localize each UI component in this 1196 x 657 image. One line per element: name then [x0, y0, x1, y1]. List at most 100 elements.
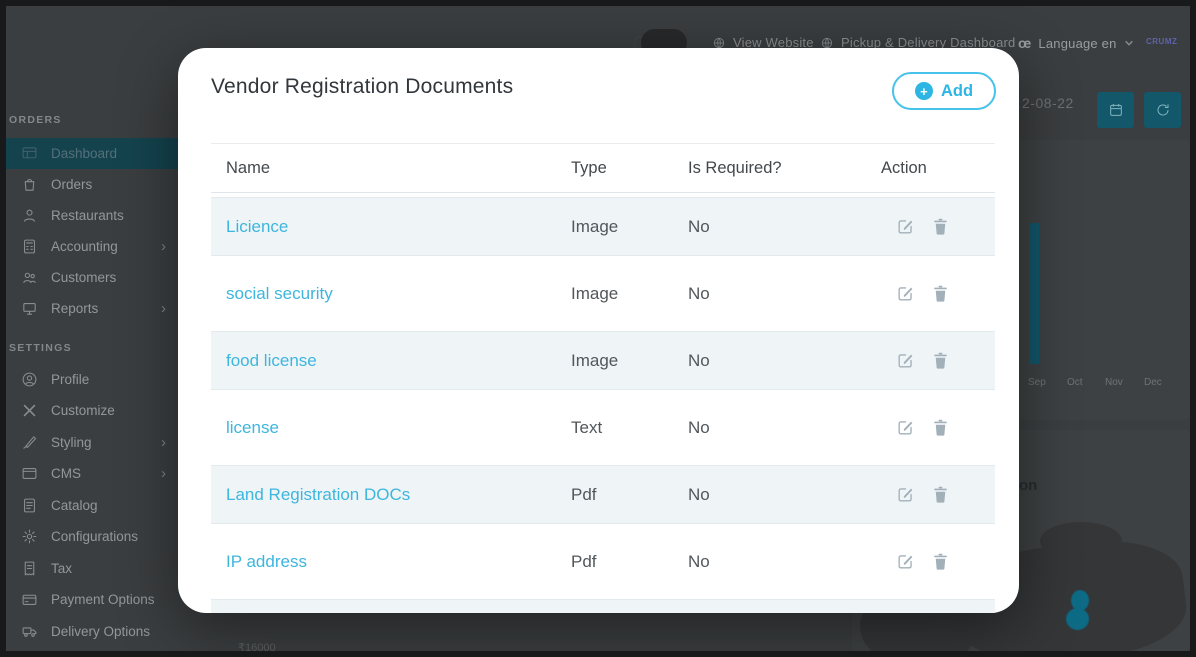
sidebar-item-customize[interactable]: Customize — [6, 395, 202, 426]
edit-icon[interactable] — [896, 485, 915, 504]
document-required: No — [676, 485, 856, 505]
tools-icon — [21, 402, 38, 419]
row-actions — [856, 284, 995, 303]
person-icon — [21, 207, 38, 224]
row-actions — [856, 552, 995, 571]
chart-bar-sep — [1030, 223, 1039, 364]
header-action: Action — [856, 159, 995, 178]
calendar-button[interactable] — [1097, 92, 1134, 128]
calculator-icon — [21, 238, 38, 255]
sidebar-item-dashboard[interactable]: Dashboard — [6, 138, 202, 169]
document-required: No — [676, 351, 856, 371]
chart-month-label: Oct — [1067, 377, 1083, 388]
document-type: Image — [558, 351, 676, 371]
sidebar-item-cms[interactable]: CMS › — [6, 458, 202, 489]
sidebar-item-payment-options[interactable]: Payment Options — [6, 584, 202, 615]
refresh-button[interactable] — [1144, 92, 1181, 128]
sidebar-item-label: Customers — [51, 270, 116, 285]
delete-icon[interactable] — [931, 217, 950, 236]
sidebar-item-customers[interactable]: Customers — [6, 262, 202, 293]
document-icon — [21, 497, 38, 514]
add-button[interactable]: + Add — [892, 72, 996, 110]
sidebar-item-styling[interactable]: Styling › — [6, 427, 202, 458]
delete-icon[interactable] — [931, 284, 950, 303]
people-icon — [21, 269, 38, 286]
header-is-required: Is Required? — [676, 159, 856, 178]
chevron-right-icon: › — [161, 435, 166, 450]
sidebar-item-delivery-options[interactable]: Delivery Options — [6, 616, 202, 647]
document-name-link[interactable]: Licience — [211, 217, 558, 237]
refresh-icon — [1155, 102, 1171, 118]
edit-icon[interactable] — [896, 418, 915, 437]
vendor-registration-documents-modal: Vendor Registration Documents + Add Name… — [178, 48, 1019, 613]
gear-icon — [21, 528, 38, 545]
add-button-label: Add — [941, 82, 973, 101]
table-row: IP address Pdf No — [211, 528, 995, 595]
delete-icon[interactable] — [931, 485, 950, 504]
edit-icon[interactable] — [896, 351, 915, 370]
chart-month-label: Nov — [1105, 377, 1123, 388]
document-name-link[interactable]: social security — [211, 284, 558, 304]
sidebar-item-label: Delivery Options — [51, 624, 150, 639]
table-body: Licience Image No social security Image … — [211, 193, 995, 613]
header-type: Type — [558, 159, 676, 178]
language-label: Language en — [1038, 36, 1116, 51]
sidebar-item-label: Customize — [51, 403, 115, 418]
document-name-link[interactable]: license — [211, 418, 558, 438]
document-required: No — [676, 418, 856, 438]
document-required: No — [676, 552, 856, 572]
sidebar-item-label: Styling — [51, 435, 92, 450]
document-type: Pdf — [558, 485, 676, 505]
sidebar-item-configurations[interactable]: Configurations — [6, 521, 202, 552]
document-type: Pdf — [558, 552, 676, 572]
sidebar-item-reports[interactable]: Reports › — [6, 293, 202, 324]
map-heading-fragment: on — [1019, 477, 1037, 494]
row-actions — [856, 351, 995, 370]
delete-icon[interactable] — [931, 552, 950, 571]
table-row: license Text No — [211, 394, 995, 461]
table-row-partial — [211, 595, 995, 613]
modal-title: Vendor Registration Documents — [211, 75, 513, 99]
sidebar-item-catalog[interactable]: Catalog — [6, 490, 202, 521]
monitor-icon — [21, 300, 38, 317]
sidebar-item-tax[interactable]: Tax — [6, 553, 202, 584]
sidebar-item-label: Catalog — [51, 498, 98, 513]
table-row: Land Registration DOCs Pdf No — [211, 461, 995, 528]
sidebar-item-restaurants[interactable]: Restaurants — [6, 200, 202, 231]
document-required: No — [676, 284, 856, 304]
sidebar-item-label: Accounting — [51, 239, 118, 254]
sidebar-item-profile[interactable]: Profile — [6, 364, 202, 395]
delete-icon[interactable] — [931, 351, 950, 370]
document-required: No — [676, 217, 856, 237]
document-name-link[interactable]: Land Registration DOCs — [211, 485, 558, 505]
document-type: Image — [558, 217, 676, 237]
row-actions — [856, 418, 995, 437]
sidebar-item-label: Reports — [51, 301, 98, 316]
header-name: Name — [211, 159, 558, 178]
table-header-row: Name Type Is Required? Action — [211, 143, 995, 193]
sidebar-section-settings: SETTINGS — [9, 342, 72, 354]
chevron-right-icon: › — [161, 466, 166, 481]
chevron-right-icon: › — [161, 239, 166, 254]
date-field-value[interactable]: 2-08-22 — [1022, 95, 1074, 111]
table-row: Licience Image No — [211, 193, 995, 260]
sidebar-item-orders[interactable]: Orders — [6, 169, 202, 200]
sidebar-item-label: Configurations — [51, 529, 138, 544]
table-row: food license Image No — [211, 327, 995, 394]
chart-month-label: Dec — [1144, 377, 1162, 388]
edit-icon[interactable] — [896, 217, 915, 236]
table-row: social security Image No — [211, 260, 995, 327]
map-marker — [1066, 608, 1089, 630]
document-name-link[interactable]: IP address — [211, 552, 558, 572]
chevron-right-icon: › — [161, 301, 166, 316]
language-selector[interactable]: œ Language en — [1018, 35, 1134, 51]
sidebar-item-accounting[interactable]: Accounting › — [6, 231, 202, 262]
chart-axis-label: ₹16000 — [238, 641, 276, 654]
edit-icon[interactable] — [896, 552, 915, 571]
delete-icon[interactable] — [931, 418, 950, 437]
document-name-link[interactable]: food license — [211, 351, 558, 371]
sidebar-item-label: Profile — [51, 372, 89, 387]
sidebar-item-label: Restaurants — [51, 208, 124, 223]
edit-icon[interactable] — [896, 284, 915, 303]
document-type: Text — [558, 418, 676, 438]
